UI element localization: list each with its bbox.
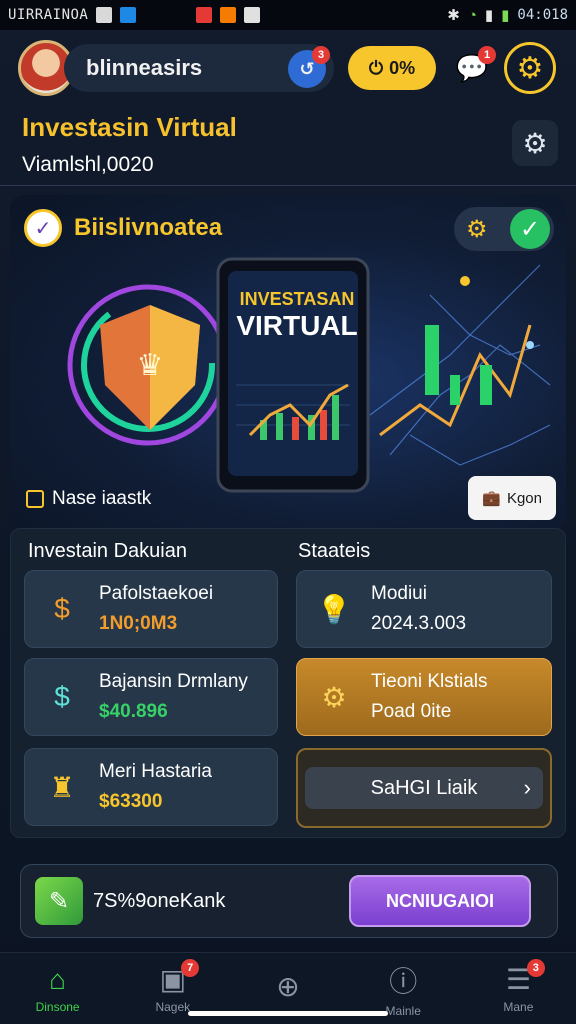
bell-icon: ↺: [299, 58, 315, 79]
username: blinneasirs: [86, 55, 203, 80]
card-portfolio[interactable]: $ Pafolstaekoei 1N0;0M3: [24, 570, 278, 648]
home-indicator: [188, 1011, 388, 1016]
external-link-icon: [26, 490, 44, 508]
title-row: Investasin Virtual Viamlshl,0020 ⚙: [22, 112, 558, 182]
hero-action-button[interactable]: 💼 Kgon: [468, 476, 556, 520]
hero-illustration: ♛: [67, 257, 551, 493]
lightbulb-icon: 💡: [316, 593, 352, 625]
hero-title: Biislivnoatea: [74, 214, 223, 241]
details-button[interactable]: SaHGI Liaik ›: [305, 767, 543, 809]
section-title-investments: Investain Dakuian: [28, 540, 187, 562]
check-icon: ✓: [510, 209, 550, 249]
gallery-icon: [244, 7, 261, 23]
gear-icon: ⚙: [321, 681, 347, 713]
page-settings-button[interactable]: ⚙: [512, 120, 558, 166]
card-value: 2024.3.003: [371, 613, 467, 634]
card-value: $63300: [99, 791, 163, 812]
hero-header: ✓ Biislivnoatea: [24, 209, 222, 247]
signal-icon: ▮: [484, 7, 494, 24]
chat-badge: 1: [478, 46, 496, 64]
promo-banner: ✎ 7S%9oneKank NCNIUGAIOI: [20, 864, 558, 938]
nav-label: Mainle: [385, 1003, 421, 1018]
card-link-container: SaHGI Liaik ›: [296, 748, 552, 828]
promo-text: 7S%9oneKank: [93, 889, 226, 912]
divider: [0, 185, 576, 186]
chevron-right-icon: ›: [523, 775, 531, 800]
progress-pill[interactable]: ⏻ 0%: [348, 46, 436, 90]
nav-menu[interactable]: ☰ 3 Mane: [461, 953, 576, 1024]
carrier-label: UIRRAINOA: [8, 7, 89, 23]
page-subtitle: Viamlshl,0020: [22, 153, 154, 176]
phone-title-line1: INVESTASAN: [239, 289, 355, 309]
progress-pill-label: 0%: [389, 57, 416, 78]
card-earnings[interactable]: ♜ Meri Hastaria $63300: [24, 748, 278, 826]
card-label: Tieoni Klstials: [371, 671, 488, 692]
clock: 04:018: [517, 7, 568, 23]
pencil-icon: ✎: [35, 877, 83, 925]
nav-home[interactable]: ⌂ Dinsone: [0, 953, 115, 1024]
card-value: $40.896: [99, 701, 168, 722]
power-icon: ⏻: [368, 57, 384, 78]
username-pill[interactable]: blinneasirs ↺ 3: [64, 44, 334, 92]
wallet-icon: $: [54, 681, 70, 712]
check-icon: ✓: [24, 209, 62, 247]
card-balance[interactable]: $ Bajansin Drmlany $40.896: [24, 658, 278, 736]
nav-label: Dinsone: [35, 999, 80, 1014]
details-button-label: SaHGI Liaik: [370, 776, 478, 799]
chat-button[interactable]: 💬 1: [454, 46, 496, 86]
briefcase-icon: 💼: [482, 490, 501, 507]
hero-link[interactable]: Nase iaastk: [26, 488, 151, 510]
gear-icon: ⚙: [516, 51, 544, 85]
app-icon: [120, 7, 137, 23]
notification-badge: 3: [312, 46, 330, 64]
gear-icon: ⚙: [466, 215, 488, 243]
notification-icon: [96, 7, 113, 23]
trophy-icon: ♜: [49, 771, 75, 803]
card-label: Pafolstaekoei: [99, 583, 214, 604]
nav-badge: 3: [526, 959, 545, 977]
card-label: Bajansin Drmlany: [99, 671, 248, 692]
bluetooth-icon: ✱: [447, 7, 460, 24]
page-title: Investasin Virtual: [22, 112, 237, 142]
alert-icon: [196, 7, 213, 23]
app-icon-orange: [220, 7, 237, 23]
feature-toggle[interactable]: ⚙ ✓: [454, 207, 554, 251]
nav-label: Mane: [503, 1000, 534, 1014]
wifi-icon: ◔: [467, 6, 477, 24]
phone-title: INVESTASAN VIRTUAL: [232, 290, 362, 340]
promo-cta-button[interactable]: NCNIUGAIOI: [349, 875, 531, 927]
battery-icon: ▮: [501, 7, 510, 24]
hero-link-label: Nase iaastk: [52, 488, 152, 509]
section-title-status: Staateis: [298, 540, 371, 562]
coin-icon: $: [54, 593, 70, 624]
hero-action-label: Kgon: [506, 489, 542, 507]
info-icon: ⓘ: [389, 965, 418, 997]
nav-label: Nagek: [155, 1000, 191, 1014]
status-bar: UIRRAINOA ✱ ◔ ▮ ▮ 04:018: [0, 0, 576, 30]
svg-text:♛: ♛: [137, 348, 164, 383]
card-label: Modiui: [371, 583, 427, 604]
card-value: Poad 0ite: [371, 701, 452, 722]
plus-circle-icon: ⊕: [276, 971, 300, 1002]
card-value: 1N0;0M3: [99, 613, 178, 634]
card-label: Meri Hastaria: [99, 761, 212, 782]
card-model[interactable]: 💡 Modiui 2024.3.003: [296, 570, 552, 648]
gear-icon: ⚙: [522, 127, 548, 159]
card-statistics[interactable]: ⚙ Tieoni Klstials Poad 0ite: [296, 658, 552, 736]
nav-badge: 7: [181, 959, 200, 977]
home-icon: ⌂: [49, 963, 67, 995]
phone-title-line2: VIRTUAL: [236, 310, 358, 341]
settings-button[interactable]: ⚙: [504, 42, 556, 94]
notification-button[interactable]: ↺ 3: [288, 46, 330, 88]
hero-banner: ♛ INVESTASAN VIRTUAL ✓ Biislivnoatea ⚙ ✓: [10, 195, 566, 530]
top-header: blinneasirs ↺ 3 ⏻ 0% 💬 1 ⚙: [0, 30, 576, 106]
